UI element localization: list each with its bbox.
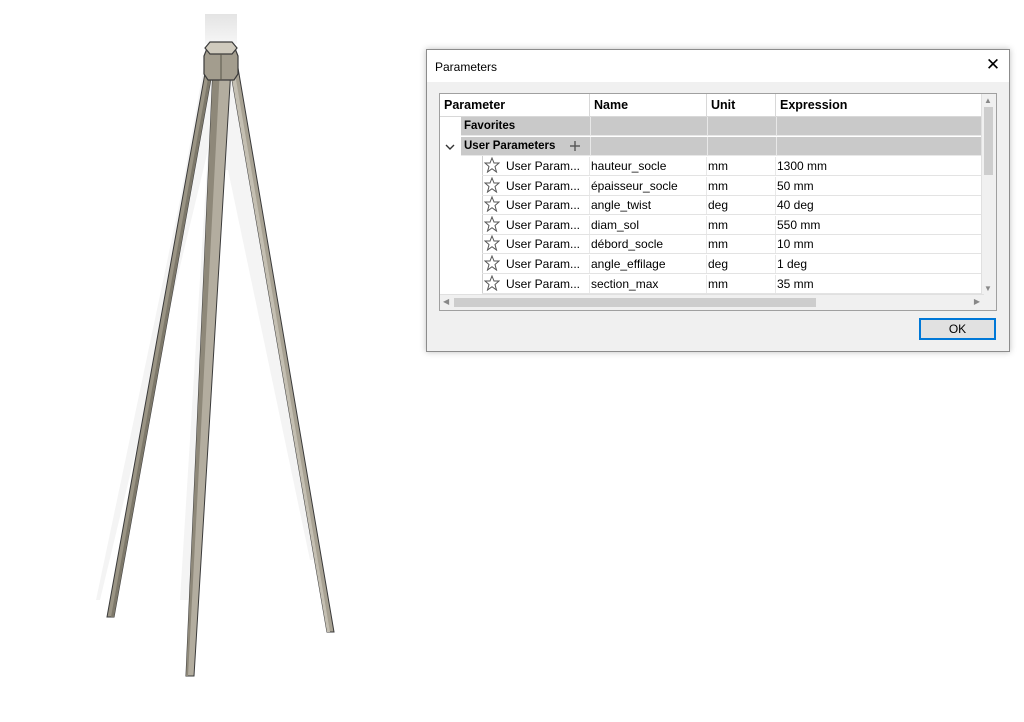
cell-parameter: User Param... — [506, 257, 581, 271]
cell-unit[interactable]: mm — [708, 277, 728, 291]
cell-name[interactable]: hauteur_socle — [591, 159, 666, 173]
cell-parameter: User Param... — [506, 237, 581, 252]
cell-expression[interactable]: 1 deg — [777, 257, 807, 271]
cell-parameter: User Param... — [506, 198, 581, 213]
cell-expression[interactable]: 40 deg — [777, 198, 814, 212]
dialog-titlebar[interactable]: Parameters ✕ — [427, 50, 1009, 82]
parameters-dialog: Parameters ✕ Parameter Name Unit Express… — [426, 49, 1010, 352]
tripod-model — [96, 14, 335, 677]
scroll-up-arrow[interactable]: ▲ — [984, 96, 992, 105]
cell-expression[interactable]: 50 mm — [777, 179, 814, 193]
vertical-scroll-thumb[interactable] — [984, 107, 993, 175]
cell-name[interactable]: angle_twist — [591, 198, 651, 212]
star-outline-icon[interactable] — [483, 235, 501, 252]
star-outline-icon[interactable] — [483, 254, 501, 272]
column-header-unit[interactable]: Unit — [707, 94, 776, 117]
star-outline-icon[interactable] — [483, 156, 501, 174]
cell-unit[interactable]: mm — [708, 237, 728, 251]
table-row[interactable]: User Param... hauteur_socle mm 1300 mm — [482, 156, 984, 176]
parameters-grid[interactable]: Parameter Name Unit Expression Favorites… — [439, 93, 997, 311]
column-header-parameter[interactable]: Parameter — [440, 94, 590, 117]
cell-parameter: User Param... — [506, 159, 581, 173]
cell-unit[interactable]: deg — [708, 257, 728, 271]
collapse-toggle[interactable] — [444, 140, 456, 152]
group-row-favorites[interactable]: Favorites — [461, 117, 984, 136]
column-header-expression[interactable]: Expression — [776, 94, 984, 117]
star-outline-icon[interactable] — [483, 195, 501, 213]
cell-expression[interactable]: 35 mm — [777, 277, 814, 291]
close-icon: ✕ — [985, 55, 1001, 74]
table-row[interactable]: User Param... angle_twist deg 40 deg — [482, 195, 984, 216]
horizontal-scroll-thumb[interactable] — [454, 298, 816, 307]
horizontal-scrollbar[interactable]: ◀ ▶ — [440, 294, 984, 310]
chevron-down-icon — [445, 144, 455, 150]
scroll-down-arrow[interactable]: ▼ — [984, 284, 992, 293]
vertical-scrollbar[interactable]: ▲ ▼ — [981, 94, 996, 296]
cell-unit[interactable]: mm — [708, 179, 728, 193]
group-label-favorites: Favorites — [464, 120, 516, 132]
cell-expression[interactable]: 550 mm — [777, 218, 820, 232]
ok-button[interactable]: OK — [919, 318, 996, 340]
close-button[interactable]: ✕ — [977, 50, 1009, 82]
add-parameter-button[interactable] — [568, 139, 582, 153]
scroll-left-arrow[interactable]: ◀ — [443, 297, 449, 306]
table-row[interactable]: User Param... diam_sol mm 550 mm — [482, 215, 984, 235]
plus-icon — [570, 141, 580, 151]
scroll-right-arrow[interactable]: ▶ — [974, 297, 980, 306]
table-row[interactable]: User Param... section_max mm 35 mm — [482, 274, 984, 294]
star-outline-icon[interactable] — [483, 274, 501, 291]
table-row[interactable]: User Param... angle_effilage deg 1 deg — [482, 254, 984, 274]
cell-expression[interactable]: 1300 mm — [777, 159, 827, 173]
table-row[interactable]: User Param... épaisseur_socle mm 50 mm — [482, 176, 984, 196]
cell-unit[interactable]: mm — [708, 159, 728, 173]
cell-name[interactable]: débord_socle — [591, 237, 663, 251]
cell-name[interactable]: épaisseur_socle — [591, 179, 678, 193]
cell-expression[interactable]: 10 mm — [777, 237, 814, 251]
cell-name[interactable]: angle_effilage — [591, 257, 666, 271]
group-row-user-parameters[interactable]: User Parameters — [461, 137, 984, 156]
group-label-user-parameters: User Parameters — [464, 140, 556, 152]
star-outline-icon[interactable] — [483, 176, 501, 193]
column-header-name[interactable]: Name — [590, 94, 707, 117]
cell-name[interactable]: section_max — [591, 277, 658, 291]
cell-parameter: User Param... — [506, 217, 581, 232]
table-row[interactable]: User Param... débord_socle mm 10 mm — [482, 235, 984, 255]
cell-unit[interactable]: deg — [708, 198, 728, 212]
cell-name[interactable]: diam_sol — [591, 218, 639, 232]
cell-parameter: User Param... — [506, 276, 581, 291]
star-outline-icon[interactable] — [483, 215, 501, 233]
dialog-title: Parameters — [435, 60, 498, 74]
cell-unit[interactable]: mm — [708, 218, 728, 232]
3d-viewport[interactable] — [0, 0, 420, 717]
cell-parameter: User Param... — [506, 178, 581, 193]
